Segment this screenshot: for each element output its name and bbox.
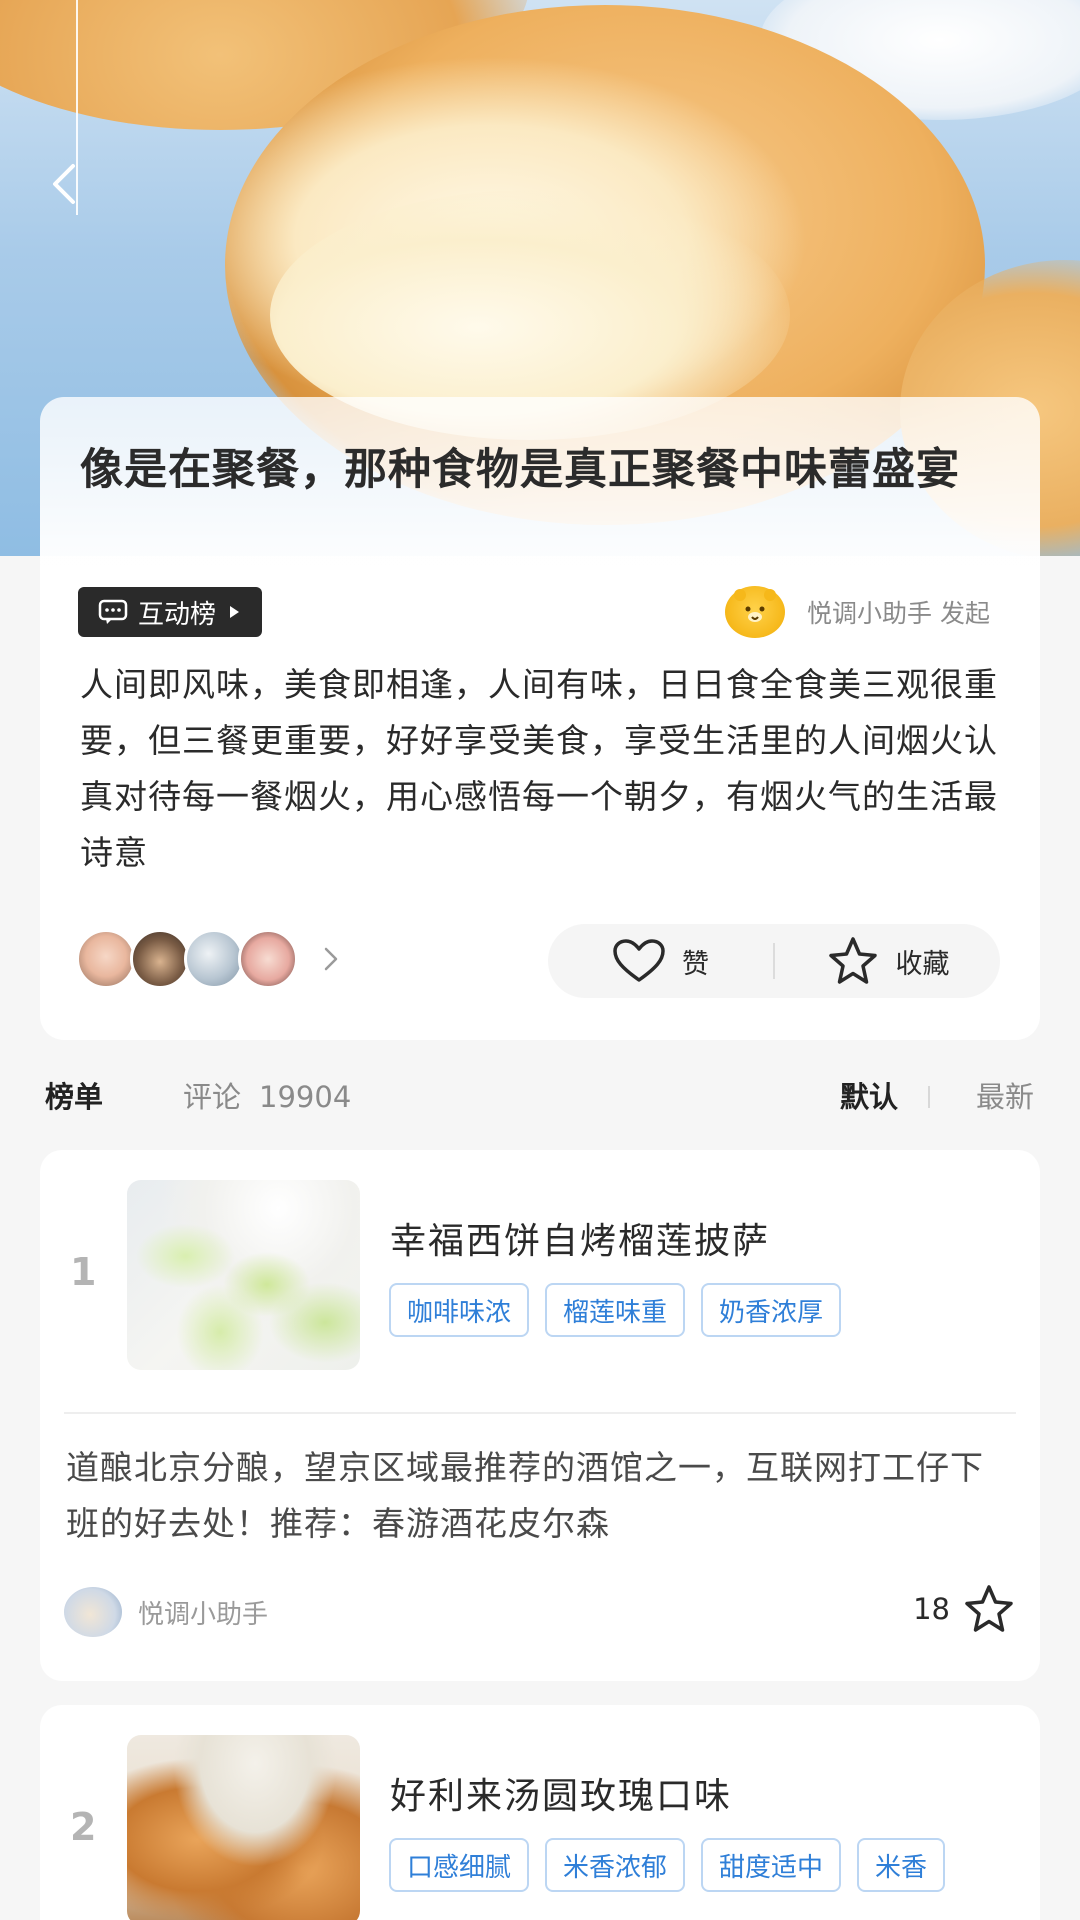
initiator-avatar xyxy=(725,586,786,638)
item-tags: 口感细腻 米香浓郁 甜度适中 米香 xyxy=(389,1838,1009,1894)
item-thumbnail[interactable] xyxy=(127,1735,360,1920)
topic-card: 像是在聚餐，那种食物是真正聚餐中味蕾盛宴 互动榜 悦调小助手 发起 人间即风味，… xyxy=(40,397,1040,1040)
avatar xyxy=(184,929,244,989)
item-tag[interactable]: 咖啡味浓 xyxy=(389,1283,530,1337)
play-arrow-icon xyxy=(230,606,240,618)
item-tag[interactable]: 甜度适中 xyxy=(701,1838,842,1892)
card-divider xyxy=(64,1412,1016,1414)
item-comment: 道酿北京分酿，望京区域最推荐的酒馆之一，互联网打工仔下班的好去处！推荐：春游酒花… xyxy=(66,1448,984,1543)
sort-divider xyxy=(928,1086,930,1108)
star-icon xyxy=(828,937,877,984)
star-icon xyxy=(965,1585,1013,1632)
author-name: 悦调小助手 xyxy=(138,1599,269,1630)
like-label: 赞 xyxy=(682,948,709,980)
interaction-ranking-badge[interactable]: 互动榜 xyxy=(78,587,263,637)
participant-avatars[interactable] xyxy=(76,929,340,989)
heart-icon xyxy=(613,939,665,982)
like-button[interactable]: 赞 xyxy=(548,924,773,998)
tabs-row: 榜单 评论 19904 默认 最新 xyxy=(0,1064,1080,1126)
bear-face-icon xyxy=(734,589,777,622)
rank-item-card[interactable]: 1 幸福西饼自烤榴莲披萨 咖啡味浓 榴莲味重 奶香浓厚 道酿北京分酿，望京区域最… xyxy=(40,1150,1040,1681)
sort-default[interactable]: 默认 xyxy=(840,1074,898,1116)
rank-number: 1 xyxy=(70,1250,97,1294)
topic-title: 像是在聚餐，那种食物是真正聚餐中味蕾盛宴 xyxy=(80,445,960,495)
item-tag[interactable]: 米香 xyxy=(857,1838,946,1892)
avatar xyxy=(238,929,298,989)
favorite-button[interactable]: 收藏 xyxy=(775,924,1000,998)
avatar xyxy=(130,929,190,989)
tab-comments-label: 评论 xyxy=(183,1080,242,1114)
like-count: 18 xyxy=(913,1592,950,1626)
chevron-right-icon xyxy=(324,947,338,971)
tab-comments[interactable]: 评论 19904 xyxy=(183,1074,351,1116)
comment-like-button[interactable]: 18 xyxy=(913,1584,1016,1634)
back-button[interactable] xyxy=(40,158,88,210)
sort-latest[interactable]: 最新 xyxy=(976,1074,1034,1116)
item-tags: 咖啡味浓 榴莲味重 奶香浓厚 xyxy=(389,1283,1009,1339)
initiator[interactable]: 悦调小助手 发起 xyxy=(725,585,990,639)
tab-ranking[interactable]: 榜单 xyxy=(45,1074,103,1116)
chat-icon xyxy=(98,599,128,624)
badge-label: 互动榜 xyxy=(138,599,217,630)
item-tag[interactable]: 奶香浓厚 xyxy=(701,1283,842,1337)
item-title[interactable]: 幸福西饼自烤榴莲披萨 xyxy=(390,1212,770,1264)
item-title[interactable]: 好利来汤圆玫瑰口味 xyxy=(390,1767,732,1819)
favorite-label: 收藏 xyxy=(895,948,950,980)
rank-number: 2 xyxy=(70,1805,97,1849)
item-tag[interactable]: 口感细腻 xyxy=(389,1838,530,1892)
comment-author[interactable]: 悦调小助手 xyxy=(64,1587,268,1637)
chevron-left-icon xyxy=(53,164,75,204)
item-tag[interactable]: 米香浓郁 xyxy=(545,1838,686,1892)
rank-item-card[interactable]: 2 好利来汤圆玫瑰口味 口感细腻 米香浓郁 甜度适中 米香 xyxy=(40,1705,1040,1920)
avatar xyxy=(76,929,136,989)
initiator-text: 悦调小助手 发起 xyxy=(807,599,990,628)
action-bar: 赞 收藏 xyxy=(548,924,1000,998)
item-tag[interactable]: 榴莲味重 xyxy=(545,1283,686,1337)
comments-count: 19904 xyxy=(259,1080,352,1114)
topic-description: 人间即风味，美食即相逢，人间有味，日日食全食美三观很重要，但三餐更重要，好好享受… xyxy=(80,665,998,872)
item-thumbnail[interactable] xyxy=(127,1180,360,1370)
author-avatar xyxy=(64,1587,122,1637)
